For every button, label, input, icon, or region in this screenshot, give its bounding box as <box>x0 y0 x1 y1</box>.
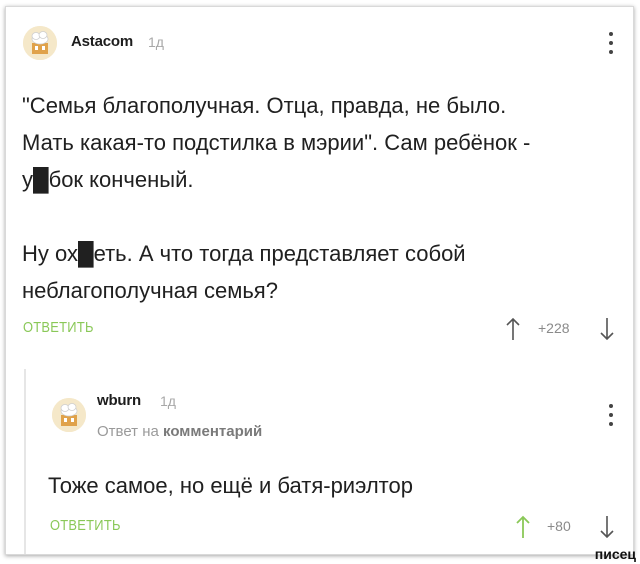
thread-line <box>24 369 26 554</box>
comment-text-line: "Семья благополучная. Отца, правда, не б… <box>22 93 507 118</box>
comment-text-line: Мать какая-то подстилка в мэрии". Сам ре… <box>22 130 531 155</box>
reply-to-prefix: Ответ на <box>97 423 159 440</box>
avatar-icon <box>23 26 57 60</box>
reply-to-line: Ответ на комментарий <box>97 423 262 440</box>
avatar-icon <box>52 398 86 432</box>
child-author[interactable]: wburn <box>97 392 141 409</box>
comment-text-line: Ну ох█еть. А что тогда представляет собо… <box>22 241 466 266</box>
comment-time: 1д <box>148 34 164 50</box>
comment-card: Astacom 1д "Семья благополучная. Отца, п… <box>5 6 634 555</box>
reply-to-link[interactable]: комментарий <box>163 423 262 440</box>
comment-author[interactable]: Astacom <box>71 33 133 50</box>
arrow-down-icon[interactable] <box>599 515 615 539</box>
reply-button[interactable]: ОТВЕТИТЬ <box>50 517 121 534</box>
more-vertical-icon[interactable] <box>608 404 614 426</box>
arrow-down-icon[interactable] <box>599 317 615 341</box>
comment-text-line: неблагополучная семья? <box>22 278 278 303</box>
more-vertical-icon[interactable] <box>608 32 614 54</box>
comment-text: "Семья благополучная. Отца, правда, не б… <box>22 87 530 309</box>
comment-text-line: у█бок конченый. <box>22 167 194 192</box>
avatar[interactable] <box>23 26 57 60</box>
avatar[interactable] <box>52 398 86 432</box>
child-text: Тоже самое, но ещё и батя-риэлтор <box>48 473 413 498</box>
rating-value: +80 <box>547 518 571 534</box>
arrow-up-icon[interactable] <box>505 317 521 341</box>
rating-value: +228 <box>538 320 570 336</box>
watermark: писец <box>594 546 636 562</box>
arrow-up-icon[interactable] <box>515 515 531 539</box>
child-time: 1д <box>160 393 176 409</box>
comment-text-line <box>22 198 530 235</box>
reply-button[interactable]: ОТВЕТИТЬ <box>23 319 94 336</box>
